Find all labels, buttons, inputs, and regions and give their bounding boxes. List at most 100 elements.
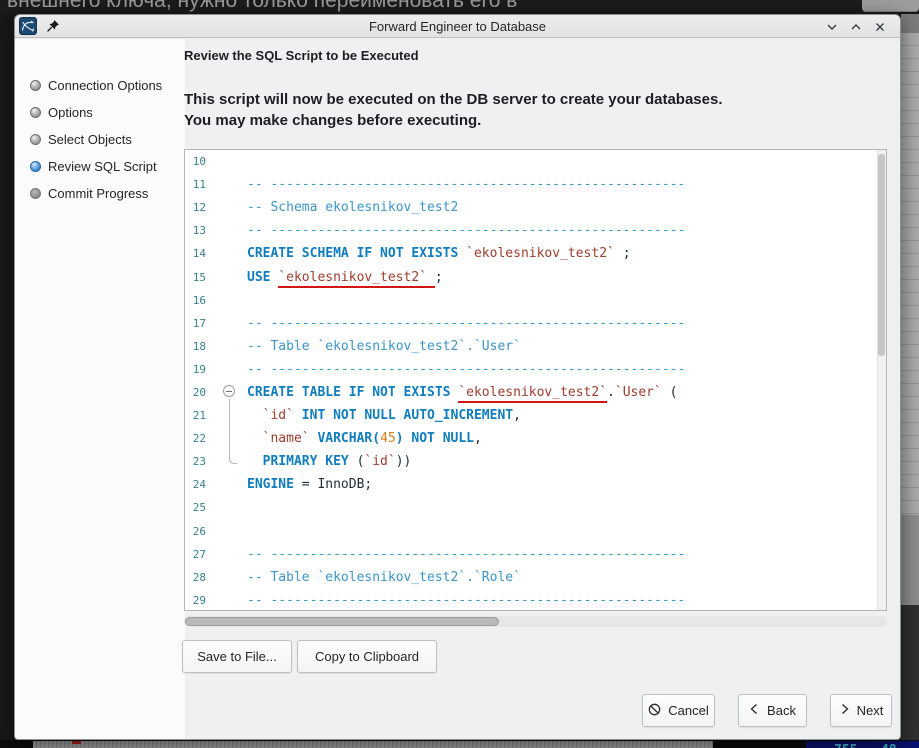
code-line[interactable]: 29 -- -----------------------------------… — [185, 589, 886, 611]
fold-margin — [213, 427, 247, 450]
line-number: 18 — [185, 340, 213, 353]
code-text: ENGINE = InnoDB; — [247, 477, 372, 492]
step-bullet-icon — [30, 107, 41, 118]
fold-margin — [213, 265, 247, 288]
sidebar-step-review-sql-script[interactable]: Review SQL Script — [15, 153, 185, 180]
code-line[interactable]: 22 `name` VARCHAR(45) NOT NULL, — [185, 427, 886, 450]
code-line[interactable]: 20CREATE TABLE IF NOT EXISTS `ekolesniko… — [185, 381, 886, 404]
maximize-button[interactable] — [848, 19, 864, 35]
sql-script-editor[interactable]: 10 11 -- ---------------------------------… — [184, 149, 887, 611]
code-line[interactable]: 23 PRIMARY KEY (`id`)) — [185, 450, 886, 473]
fold-margin — [213, 520, 247, 543]
instruction-text: This script will now be executed on the … — [184, 89, 723, 131]
code-line[interactable]: 11 -- -----------------------------------… — [185, 173, 886, 196]
chevron-right-icon — [839, 703, 850, 718]
code-text: -- -------------------------------------… — [247, 547, 685, 562]
code-text: -- -------------------------------------… — [247, 593, 685, 608]
fold-collapse-icon[interactable] — [223, 385, 235, 397]
code-line[interactable]: 28-- Table `ekolesnikov_test2`.`Role` — [185, 566, 886, 589]
window-title: Forward Engineer to Database — [15, 15, 900, 38]
close-icon[interactable] — [872, 19, 888, 35]
code-line[interactable]: 24ENGINE = InnoDB; — [185, 473, 886, 496]
editor-vertical-scrollbar-thumb[interactable] — [878, 154, 885, 356]
code-line[interactable]: 19-- -----------------------------------… — [185, 358, 886, 381]
page-title: Review the SQL Script to be Executed — [184, 48, 419, 63]
background-right-lines — [901, 33, 919, 515]
minimize-button[interactable] — [824, 19, 840, 35]
step-label: Review SQL Script — [48, 159, 157, 174]
code-text: CREATE TABLE IF NOT EXISTS `ekolesnikov_… — [247, 385, 678, 400]
fold-margin — [213, 381, 247, 404]
save-to-file-button[interactable]: Save to File... — [182, 640, 292, 673]
code-line[interactable]: 10 — [185, 150, 886, 173]
background-right-lower — [901, 515, 919, 605]
sidebar-step-options[interactable]: Options — [15, 99, 185, 126]
cancel-label: Cancel — [668, 703, 708, 718]
line-number: 13 — [185, 224, 213, 237]
back-button[interactable]: Back — [738, 694, 807, 727]
line-number: 27 — [185, 548, 213, 561]
code-text: -- Table `ekolesnikov_test2`.`User` — [247, 339, 521, 354]
line-number: 12 — [185, 201, 213, 214]
line-number: 16 — [185, 294, 213, 307]
fold-margin — [213, 589, 247, 611]
line-number: 10 — [185, 155, 213, 168]
code-line[interactable]: 27 -- -----------------------------------… — [185, 543, 886, 566]
fold-margin — [213, 566, 247, 589]
cancel-icon — [648, 703, 661, 719]
step-label: Commit Progress — [48, 186, 148, 201]
sidebar-step-select-objects[interactable]: Select Objects — [15, 126, 185, 153]
editor-horizontal-scrollbar-thumb[interactable] — [185, 617, 499, 626]
code-line[interactable]: 17-- -----------------------------------… — [185, 312, 886, 335]
line-number: 29 — [185, 594, 213, 607]
fold-margin — [213, 242, 247, 265]
title-bar[interactable]: Forward Engineer to Database — [15, 15, 900, 38]
sidebar-step-connection-options[interactable]: Connection Options — [15, 72, 185, 99]
instruction-line-1: This script will now be executed on the … — [184, 89, 723, 110]
code-line[interactable]: 13 -- -----------------------------------… — [185, 219, 886, 242]
code-line[interactable]: 18 -- Table `ekolesnikov_test2`.`User` — [185, 335, 886, 358]
code-text: -- -------------------------------------… — [247, 177, 685, 192]
fold-margin — [213, 219, 247, 242]
next-button[interactable]: Next — [830, 694, 892, 727]
background-document-text: внешнего ключа, нужно только переименова… — [7, 0, 517, 13]
background-scrollbar-thumb — [862, 0, 919, 12]
code-line[interactable]: 14CREATE SCHEMA IF NOT EXISTS `ekolesnik… — [185, 242, 886, 265]
fold-margin — [213, 196, 247, 219]
step-bullet-icon — [30, 188, 41, 199]
code-line[interactable]: 12 -- Schema ekolesnikov_test2 — [185, 196, 886, 219]
line-number: 25 — [185, 501, 213, 514]
code-line[interactable]: 25 — [185, 496, 886, 519]
fold-margin — [213, 150, 247, 173]
fold-margin — [213, 289, 247, 312]
copy-to-clipboard-button[interactable]: Copy to Clipboard — [297, 640, 437, 673]
background-clipped-text: 755 - 48 — [834, 743, 919, 748]
background-ruler-marker — [72, 741, 81, 744]
line-number: 15 — [185, 271, 213, 284]
step-label: Options — [48, 105, 93, 120]
chevron-left-icon — [749, 703, 760, 718]
editor-vertical-scrollbar[interactable] — [877, 150, 886, 610]
line-number: 22 — [185, 432, 213, 445]
line-number: 11 — [185, 178, 213, 191]
sidebar-step-commit-progress[interactable]: Commit Progress — [15, 180, 185, 207]
copy-to-clipboard-label: Copy to Clipboard — [315, 649, 419, 664]
code-text: -- -------------------------------------… — [247, 223, 685, 238]
line-number: 21 — [185, 409, 213, 422]
line-number: 23 — [185, 455, 213, 468]
fold-margin — [213, 173, 247, 196]
code-line[interactable]: 21 `id` INT NOT NULL AUTO_INCREMENT, — [185, 404, 886, 427]
code-text: USE `ekolesnikov_test2` ; — [247, 270, 443, 285]
background-bottom-strip: 755 - 48 — [0, 740, 919, 748]
editor-horizontal-scrollbar[interactable] — [184, 616, 887, 627]
cancel-button[interactable]: Cancel — [642, 694, 715, 727]
wizard-steps-sidebar: Connection Options Options Select Objects R… — [15, 39, 185, 739]
code-line[interactable]: 15 USE `ekolesnikov_test2` ; — [185, 265, 886, 288]
code-line[interactable]: 16 — [185, 289, 886, 312]
code-line[interactable]: 26 — [185, 520, 886, 543]
fold-margin — [213, 473, 247, 496]
code-text: -- Schema ekolesnikov_test2 — [247, 200, 458, 215]
fold-margin — [213, 358, 247, 381]
code-text: `id` INT NOT NULL AUTO_INCREMENT, — [247, 408, 521, 423]
code-text: `name` VARCHAR(45) NOT NULL, — [247, 431, 482, 446]
